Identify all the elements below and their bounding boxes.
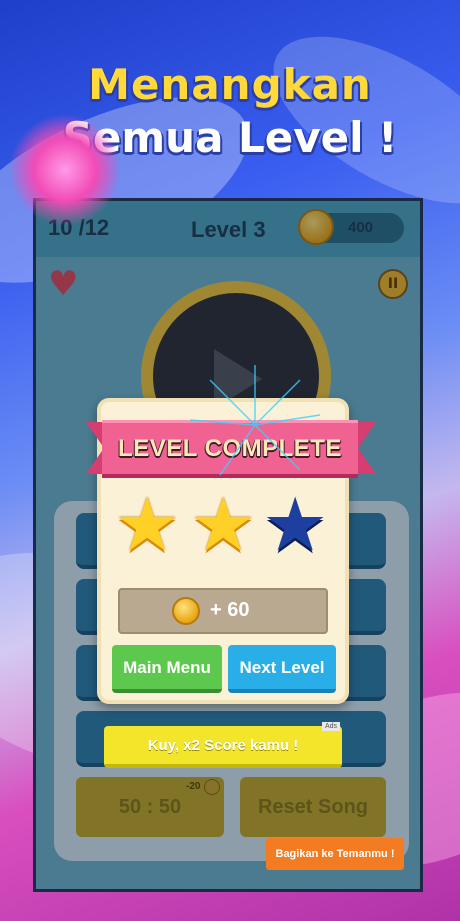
coin-icon <box>172 597 200 625</box>
sparkle-glow <box>10 115 120 225</box>
star-earned-icon: ★ <box>190 482 257 568</box>
next-level-button[interactable]: Next Level <box>228 645 336 693</box>
firework-decoration <box>189 365 321 476</box>
ads-badge: Ads <box>322 722 341 731</box>
ribbon-tail <box>358 422 376 474</box>
share-button[interactable]: Bagikan ke Temanmu ! <box>266 838 404 870</box>
star-empty-icon: ★ <box>262 482 329 568</box>
main-menu-button[interactable]: Main Menu <box>112 645 222 693</box>
reward-amount: + 60 <box>210 599 250 621</box>
double-score-button[interactable]: Kuy, x2 Score kamu ! <box>104 726 342 768</box>
promo-line-1: Menangkan <box>88 60 372 109</box>
star-earned-icon: ★ <box>114 482 181 568</box>
